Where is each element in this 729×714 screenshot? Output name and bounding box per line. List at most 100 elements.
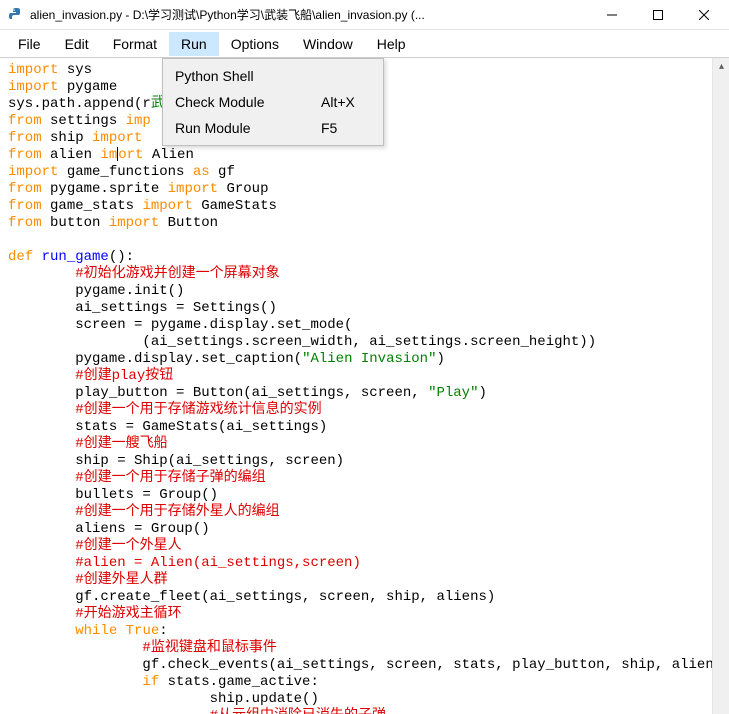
t: alien	[42, 147, 101, 163]
t: (ai_settings.screen_width, ai_settings.s…	[8, 334, 596, 350]
t: bullets = Group()	[8, 487, 218, 503]
kw: from	[8, 130, 42, 146]
scroll-up-icon[interactable]: ▴	[713, 58, 729, 75]
kw: import	[8, 164, 58, 180]
menu-check-module[interactable]: Check Module Alt+X	[165, 89, 381, 115]
kw: from	[8, 147, 42, 163]
menubar: File Edit Format Run Options Window Help	[0, 30, 729, 58]
comment: #开始游戏主循环	[8, 606, 182, 622]
comment: #创建一个外星人	[8, 538, 182, 554]
t: ai_settings = Settings()	[8, 300, 277, 316]
maximize-button[interactable]	[635, 0, 681, 30]
dd-shortcut: Alt+X	[321, 94, 371, 110]
run-menu-dropdown: Python Shell Check Module Alt+X Run Modu…	[162, 58, 384, 146]
kw: from	[8, 181, 42, 197]
editor-area[interactable]: import sys import pygame sys.path.append…	[0, 58, 729, 714]
close-button[interactable]	[681, 0, 727, 30]
menu-edit[interactable]: Edit	[53, 32, 101, 56]
dd-label: Check Module	[175, 94, 321, 110]
t: play_button = Button(ai_settings, screen…	[8, 385, 428, 401]
comment: #alien = Alien(ai_settings,screen)	[8, 555, 361, 571]
titlebar: alien_invasion.py - D:\学习测试\Python学习\武装飞…	[0, 0, 729, 30]
comment: #初始化游戏并创建一个屏幕对象	[8, 266, 280, 282]
t: ship.update()	[8, 691, 319, 707]
comment: #创建play按钮	[8, 368, 173, 384]
t	[117, 623, 125, 639]
t: stats.game_active:	[159, 674, 319, 690]
t: pygame.display.set_caption(	[8, 351, 302, 367]
kw: import	[142, 198, 192, 214]
menu-run[interactable]: Run	[169, 32, 219, 56]
comment: #创建一个用于存储外星人的编组	[8, 504, 280, 520]
t: game_stats	[42, 198, 143, 214]
t: button	[42, 215, 109, 231]
t: )	[436, 351, 444, 367]
kw: if	[142, 674, 159, 690]
t: game_functions	[58, 164, 192, 180]
fn-def: run_game	[42, 249, 109, 265]
kw: from	[8, 113, 42, 129]
kw: as	[193, 164, 210, 180]
kw: import	[8, 79, 58, 95]
menu-options[interactable]: Options	[219, 32, 291, 56]
dd-label: Run Module	[175, 120, 321, 136]
t	[8, 623, 75, 639]
kw: ort	[118, 147, 143, 163]
minimize-button[interactable]	[589, 0, 635, 30]
kw: def	[8, 249, 33, 265]
dd-shortcut: F5	[321, 120, 371, 136]
dd-label: Python Shell	[175, 68, 321, 84]
kw: import	[168, 181, 218, 197]
t: pygame	[58, 79, 117, 95]
t: settings	[42, 113, 126, 129]
vertical-scrollbar[interactable]: ▴	[712, 58, 729, 714]
t: )	[479, 385, 487, 401]
t: Button	[159, 215, 218, 231]
kw: from	[8, 198, 42, 214]
menu-file[interactable]: File	[6, 32, 53, 56]
window-title: alien_invasion.py - D:\学习测试\Python学习\武装飞…	[30, 6, 589, 23]
t: pygame.sprite	[42, 181, 168, 197]
str: "Alien Invasion"	[302, 351, 436, 367]
kw: import	[8, 62, 58, 78]
t: Alien	[143, 147, 193, 163]
kw: True	[126, 623, 160, 639]
t	[33, 249, 41, 265]
kw: import	[92, 130, 142, 146]
t: gf	[210, 164, 235, 180]
menu-format[interactable]: Format	[101, 32, 169, 56]
menu-help[interactable]: Help	[365, 32, 418, 56]
t: sys	[58, 62, 92, 78]
comment: #监视键盘和鼠标事件	[8, 640, 277, 656]
t: pygame.init()	[8, 283, 184, 299]
t: ship	[42, 130, 92, 146]
kw: while	[75, 623, 117, 639]
python-idle-icon	[8, 7, 24, 23]
t: gf.check_events(ai_settings, screen, sta…	[8, 657, 722, 673]
t: GameStats	[193, 198, 277, 214]
t	[8, 674, 142, 690]
menu-python-shell[interactable]: Python Shell	[165, 63, 381, 89]
comment: #创建一个用于存储子弹的编组	[8, 470, 266, 486]
kw: import	[109, 215, 159, 231]
menu-run-module[interactable]: Run Module F5	[165, 115, 381, 141]
str: "Play"	[428, 385, 478, 401]
t: Group	[218, 181, 268, 197]
t: ship = Ship(ai_settings, screen)	[8, 453, 344, 469]
t: gf.create_fleet(ai_settings, screen, shi…	[8, 589, 495, 605]
t: screen = pygame.display.set_mode(	[8, 317, 352, 333]
t: stats = GameStats(ai_settings)	[8, 419, 327, 435]
t: sys.path.append(r	[8, 96, 151, 112]
kw: imp	[126, 113, 151, 129]
t: aliens = Group()	[8, 521, 210, 537]
t: ():	[109, 249, 134, 265]
comment: #创建外星人群	[8, 572, 168, 588]
comment: #从元组中消除已消失的子弹	[8, 708, 386, 714]
comment: #创建一个用于存储游戏统计信息的实例	[8, 402, 322, 418]
t: :	[159, 623, 167, 639]
kw: im	[100, 147, 117, 163]
code-content[interactable]: import sys import pygame sys.path.append…	[0, 58, 729, 714]
comment: #创建一艘飞船	[8, 436, 168, 452]
menu-window[interactable]: Window	[291, 32, 365, 56]
kw: from	[8, 215, 42, 231]
